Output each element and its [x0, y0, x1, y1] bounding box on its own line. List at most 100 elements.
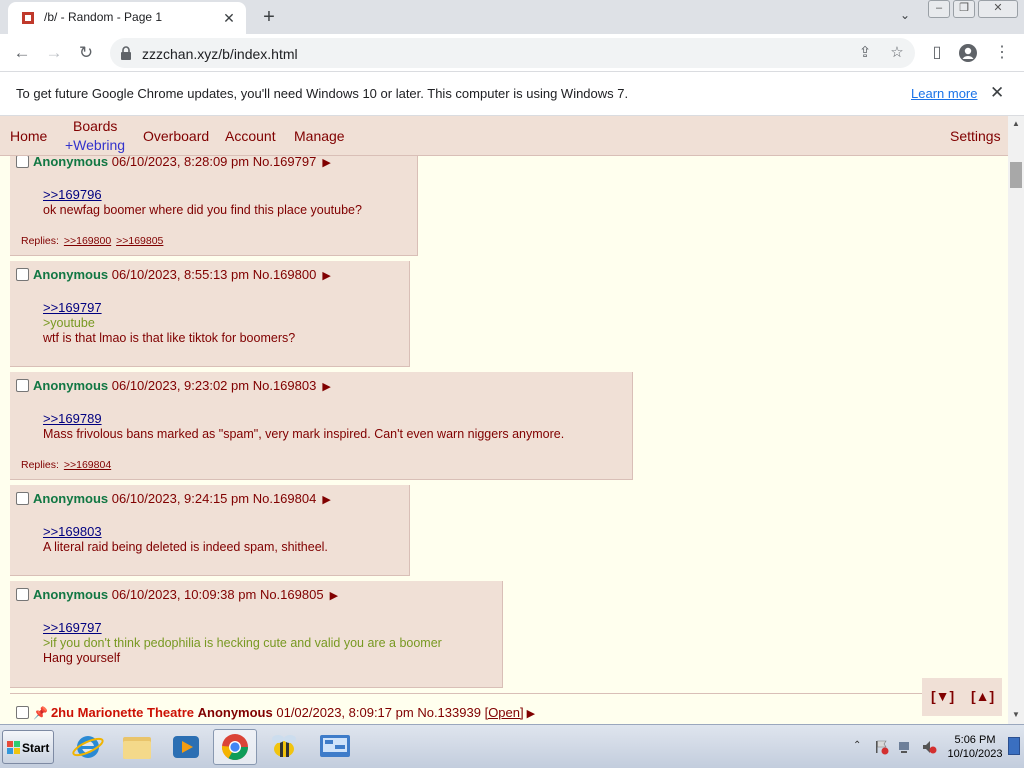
post-header: Anonymous 06/10/2023, 9:24:15 pm No.1698… — [16, 491, 331, 506]
internet-explorer-icon[interactable] — [66, 729, 110, 765]
quote-link[interactable]: >>169797 — [43, 300, 102, 315]
learn-more-link[interactable]: Learn more — [911, 86, 977, 101]
post-checkbox[interactable] — [16, 379, 29, 392]
nav-webring[interactable]: +Webring — [65, 137, 125, 153]
post-number[interactable]: No.169800 — [253, 267, 317, 282]
restore-button[interactable]: ❐ — [953, 0, 975, 18]
side-panel-icon[interactable]: ▯ — [926, 42, 948, 64]
greentext-line: >if you don't think pedophilia is heckin… — [43, 636, 442, 650]
post-checkbox[interactable] — [16, 588, 29, 601]
post-menu-arrow-icon[interactable]: ▶ — [322, 157, 330, 169]
scrollbar-thumb[interactable] — [1010, 162, 1022, 188]
media-player-icon[interactable] — [164, 729, 208, 765]
close-window-button[interactable]: ✕ — [978, 0, 1018, 18]
poster-name: Anonymous — [33, 378, 109, 393]
post-checkbox[interactable] — [16, 492, 29, 505]
update-infobar: To get future Google Chrome updates, you… — [0, 72, 1024, 116]
post-checkbox[interactable] — [16, 706, 29, 719]
post-message: ok newfag boomer where did you find this… — [43, 203, 362, 217]
url-text[interactable]: zzzchan.xyz/b/index.html — [142, 46, 298, 62]
poster-name: Anonymous — [33, 154, 109, 169]
scroll-down-arrow-icon[interactable]: ▼ — [1012, 710, 1020, 719]
replies-label: Replies: — [21, 459, 59, 471]
post-menu-arrow-icon[interactable]: ▶ — [322, 494, 330, 506]
reply-backlink[interactable]: >>169805 — [116, 235, 163, 247]
post-date: 06/10/2023, 9:24:15 pm — [111, 491, 250, 506]
address-bar[interactable]: zzzchan.xyz/b/index.html ⇪ ☆ — [110, 38, 915, 68]
pinned-icon: 📌 — [33, 706, 48, 720]
reply-backlink[interactable]: >>169804 — [64, 459, 111, 471]
reply-backlink[interactable]: >>169800 — [64, 235, 111, 247]
browser-tab[interactable]: /b/ - Random - Page 1 ✕ — [8, 2, 246, 34]
poster-name: Anonymous — [197, 705, 273, 720]
post-message: A literal raid being deleted is indeed s… — [43, 540, 328, 554]
chrome-icon — [221, 734, 249, 761]
post-checkbox[interactable] — [16, 268, 29, 281]
minimize-button[interactable]: – — [928, 0, 950, 18]
quote-link[interactable]: >>169797 — [43, 620, 102, 635]
poster-name: Anonymous — [33, 587, 109, 602]
jump-controls: [▼] [▲] — [922, 678, 1002, 716]
nav-home[interactable]: Home — [10, 128, 47, 144]
nav-boards[interactable]: Boards — [73, 118, 117, 134]
lock-icon — [121, 46, 131, 60]
chrome-taskbar-button[interactable] — [213, 729, 257, 765]
scroll-up-arrow-icon[interactable]: ▲ — [1012, 119, 1020, 128]
show-desktop-button[interactable] — [1008, 737, 1020, 755]
forward-button[interactable]: → — [42, 41, 66, 65]
post-number[interactable]: No.133939 — [417, 705, 481, 720]
page-scrollbar[interactable]: ▲ ▼ — [1008, 116, 1024, 724]
network-icon[interactable] — [897, 739, 913, 755]
nav-settings[interactable]: Settings — [950, 128, 1001, 144]
profile-avatar-icon[interactable] — [958, 43, 978, 63]
system-clock[interactable]: 5:06 PM 10/10/2023 — [944, 733, 1006, 761]
tab-search-chevron-icon[interactable]: ⌄ — [896, 8, 914, 26]
post-menu-arrow-icon[interactable]: ▶ — [322, 270, 330, 282]
quote-link[interactable]: >>169796 — [43, 187, 102, 202]
post-number[interactable]: No.169797 — [253, 154, 317, 169]
control-panel-icon[interactable] — [313, 729, 357, 765]
poster-name: Anonymous — [33, 267, 109, 282]
post-replies: Replies: >>169804 — [21, 459, 111, 471]
post-number[interactable]: No.169803 — [253, 378, 317, 393]
bookmark-star-icon[interactable]: ☆ — [888, 44, 906, 62]
infobar-close-icon[interactable]: ✕ — [990, 83, 1004, 103]
quote-link[interactable]: >>169803 — [43, 524, 102, 539]
file-explorer-icon[interactable] — [115, 729, 159, 765]
back-button[interactable]: ← — [10, 41, 34, 65]
start-button[interactable]: Start — [2, 730, 54, 764]
tab-close-icon[interactable]: ✕ — [220, 9, 238, 27]
post-menu-arrow-icon[interactable]: ▶ — [330, 590, 338, 602]
post-date: 06/10/2023, 8:28:09 pm — [111, 154, 250, 169]
share-icon[interactable]: ⇪ — [856, 44, 874, 62]
post-header: Anonymous 06/10/2023, 8:55:13 pm No.1698… — [16, 267, 331, 282]
jump-down-button[interactable]: [▼] — [931, 688, 954, 704]
volume-muted-icon[interactable] — [921, 739, 937, 755]
reply-post: Anonymous 06/10/2023, 9:23:02 pm No.1698… — [10, 372, 633, 480]
action-center-flag-icon[interactable] — [873, 739, 889, 755]
post-date: 06/10/2023, 10:09:38 pm — [111, 587, 257, 602]
jump-up-button[interactable]: [▲] — [971, 688, 994, 704]
post-number[interactable]: No.169805 — [260, 587, 324, 602]
nav-account[interactable]: Account — [225, 128, 276, 144]
post-header: Anonymous 06/10/2023, 8:28:09 pm No.1697… — [16, 154, 331, 169]
open-thread-link[interactable]: [Open] — [485, 705, 524, 720]
menu-kebab-icon[interactable]: ⋮ — [991, 42, 1013, 64]
post-menu-arrow-icon[interactable]: ▶ — [322, 381, 330, 393]
post-replies: Replies: >>169800 >>169805 — [21, 235, 163, 247]
bee-app-icon[interactable] — [262, 729, 306, 765]
start-label: Start — [22, 741, 50, 755]
nav-manage[interactable]: Manage — [294, 128, 345, 144]
clock-time: 5:06 PM — [954, 734, 996, 746]
nav-overboard[interactable]: Overboard — [143, 128, 209, 144]
post-date: 06/10/2023, 9:23:02 pm — [111, 378, 250, 393]
post-checkbox[interactable] — [16, 155, 29, 168]
site-nav: Home Boards +Webring Overboard Account M… — [0, 116, 1008, 156]
show-hidden-icons-icon[interactable]: ⌃ — [853, 740, 861, 751]
new-tab-button[interactable]: + — [258, 6, 280, 28]
windows-flag-icon — [7, 741, 20, 754]
reload-button[interactable]: ↻ — [74, 41, 98, 65]
post-number[interactable]: No.169804 — [253, 491, 317, 506]
quote-link[interactable]: >>169789 — [43, 411, 102, 426]
post-menu-arrow-icon[interactable]: ▶ — [527, 708, 535, 720]
